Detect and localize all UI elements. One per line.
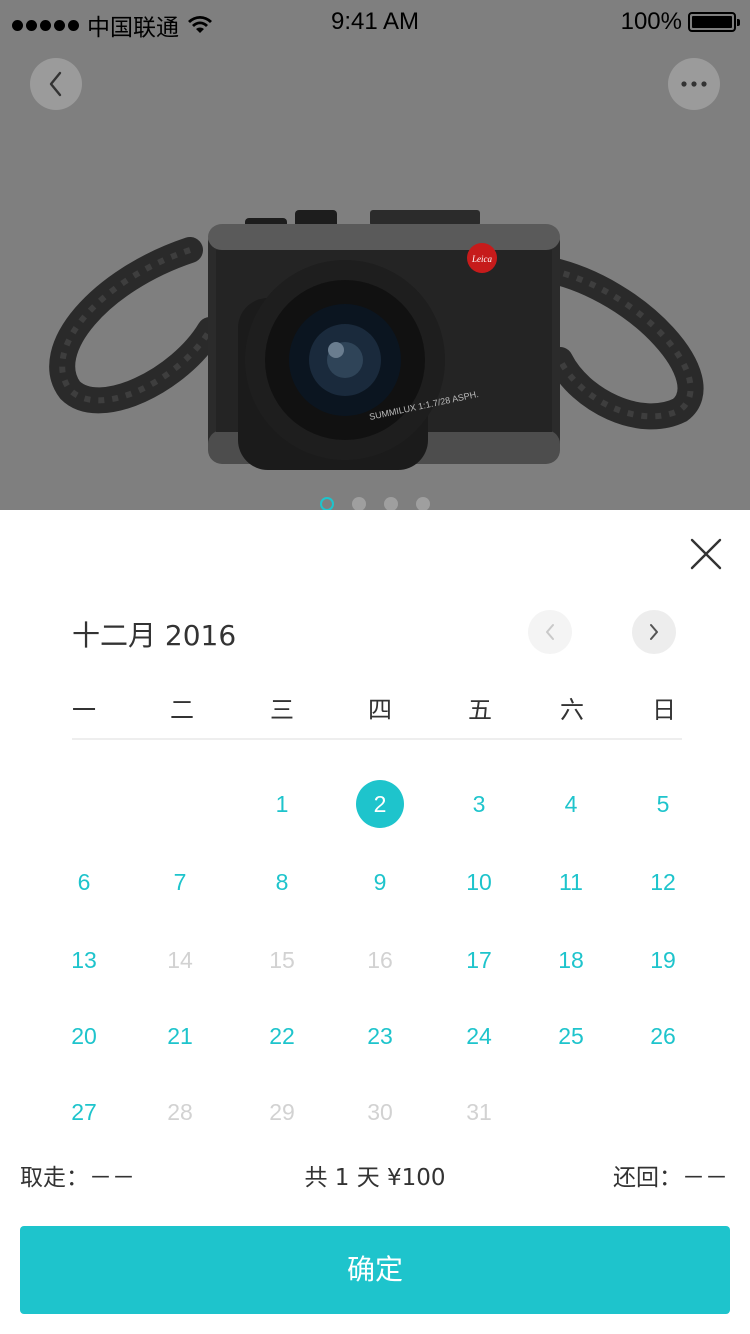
- calendar-day-selected[interactable]: 2: [356, 780, 404, 828]
- calendar-day-grid: 1 2 3 4 5 6 7 8 9 10 11 12 13 14 15 16 17 18 19 20 21 22 23 24 2…: [0, 750, 750, 1130]
- calendar-day[interactable]: 19: [633, 936, 693, 984]
- calendar-day[interactable]: 9: [350, 858, 410, 906]
- previous-month-button[interactable]: [528, 610, 572, 654]
- calendar-day[interactable]: 23: [350, 1012, 410, 1060]
- carousel-dot[interactable]: [416, 497, 430, 510]
- month-title: 十二月 2016: [72, 619, 237, 652]
- calendar-day[interactable]: 26: [633, 1012, 693, 1060]
- more-dots-icon: [681, 81, 707, 87]
- carousel-dot[interactable]: [352, 497, 366, 510]
- calendar-day[interactable]: 10: [449, 858, 509, 906]
- calendar-day[interactable]: 24: [449, 1012, 509, 1060]
- more-options-button[interactable]: [668, 58, 720, 110]
- next-month-button[interactable]: [632, 610, 676, 654]
- calendar-day[interactable]: 6: [54, 858, 114, 906]
- carousel-dot[interactable]: [384, 497, 398, 510]
- calendar-day[interactable]: 3: [449, 780, 509, 828]
- weekday-label: 六: [560, 696, 584, 724]
- calendar-day-disabled: 14: [167, 947, 193, 973]
- calendar-day-disabled: 30: [367, 1099, 393, 1125]
- calendar-day[interactable]: 5: [633, 780, 693, 828]
- calendar-day[interactable]: 18: [541, 936, 601, 984]
- weekday-label: 五: [468, 696, 492, 724]
- calendar-day-disabled: 28: [167, 1099, 193, 1125]
- calendar-day[interactable]: 17: [449, 936, 509, 984]
- calendar-day[interactable]: 12: [633, 858, 693, 906]
- chevron-right-icon: [650, 624, 658, 640]
- calendar-day[interactable]: 13: [54, 936, 114, 984]
- calendar-day[interactable]: 20: [54, 1012, 114, 1060]
- weekday-label: 一: [72, 696, 96, 724]
- calendar-day-disabled: 29: [269, 1099, 295, 1125]
- confirm-button[interactable]: 确定: [20, 1226, 730, 1314]
- calendar-day[interactable]: 25: [541, 1012, 601, 1060]
- chevron-left-icon: [49, 71, 62, 97]
- return-date-summary: 还回：－－: [613, 1165, 728, 1191]
- camera-product-image: Leica SUMMILUX 1:1.7/28 ASPH.: [49, 210, 704, 470]
- calendar-day[interactable]: 11: [541, 858, 601, 906]
- back-button[interactable]: [30, 58, 82, 110]
- carousel-dot-active[interactable]: [320, 497, 334, 510]
- product-image-carousel[interactable]: 中国联通 9:41 AM 100% Leica SUMMILUX 1:1.7/2…: [0, 0, 750, 510]
- calendar-day-disabled: 31: [466, 1099, 492, 1125]
- calendar-day[interactable]: 7: [150, 858, 210, 906]
- carousel-indicator: [0, 497, 750, 510]
- calendar-day[interactable]: 21: [150, 1012, 210, 1060]
- brand-logo-text: Leica: [471, 254, 492, 264]
- status-bar: 中国联通 9:41 AM 100%: [0, 0, 750, 44]
- weekday-label: 四: [368, 696, 392, 724]
- close-icon[interactable]: [688, 536, 724, 572]
- weekday-header: 一 二 三 四 五 六 日: [34, 690, 714, 730]
- weekday-divider: [72, 738, 682, 740]
- weekday-label: 三: [270, 696, 294, 724]
- calendar-day[interactable]: 4: [541, 780, 601, 828]
- weekday-label: 日: [652, 696, 676, 724]
- calendar-day-disabled: 15: [269, 947, 295, 973]
- calendar-day[interactable]: 8: [252, 858, 312, 906]
- calendar-day[interactable]: 27: [54, 1088, 114, 1136]
- battery-icon: [688, 12, 740, 32]
- rental-summary: 取走：－－ 共 1 天 ¥100 还回：－－: [0, 1158, 750, 1194]
- date-picker-sheet: 十二月 2016 一 二 三 四 五 六 日 1 2 3 4 5 6 7 8 9 10 11 12 13…: [0, 510, 750, 1334]
- calendar-day[interactable]: 1: [252, 780, 312, 828]
- status-right: 100%: [620, 8, 740, 36]
- calendar-day-disabled: 16: [367, 947, 393, 973]
- battery-percentage: 100%: [620, 8, 682, 35]
- chevron-left-icon: [546, 624, 554, 640]
- weekday-label: 二: [170, 696, 194, 724]
- calendar-day[interactable]: 22: [252, 1012, 312, 1060]
